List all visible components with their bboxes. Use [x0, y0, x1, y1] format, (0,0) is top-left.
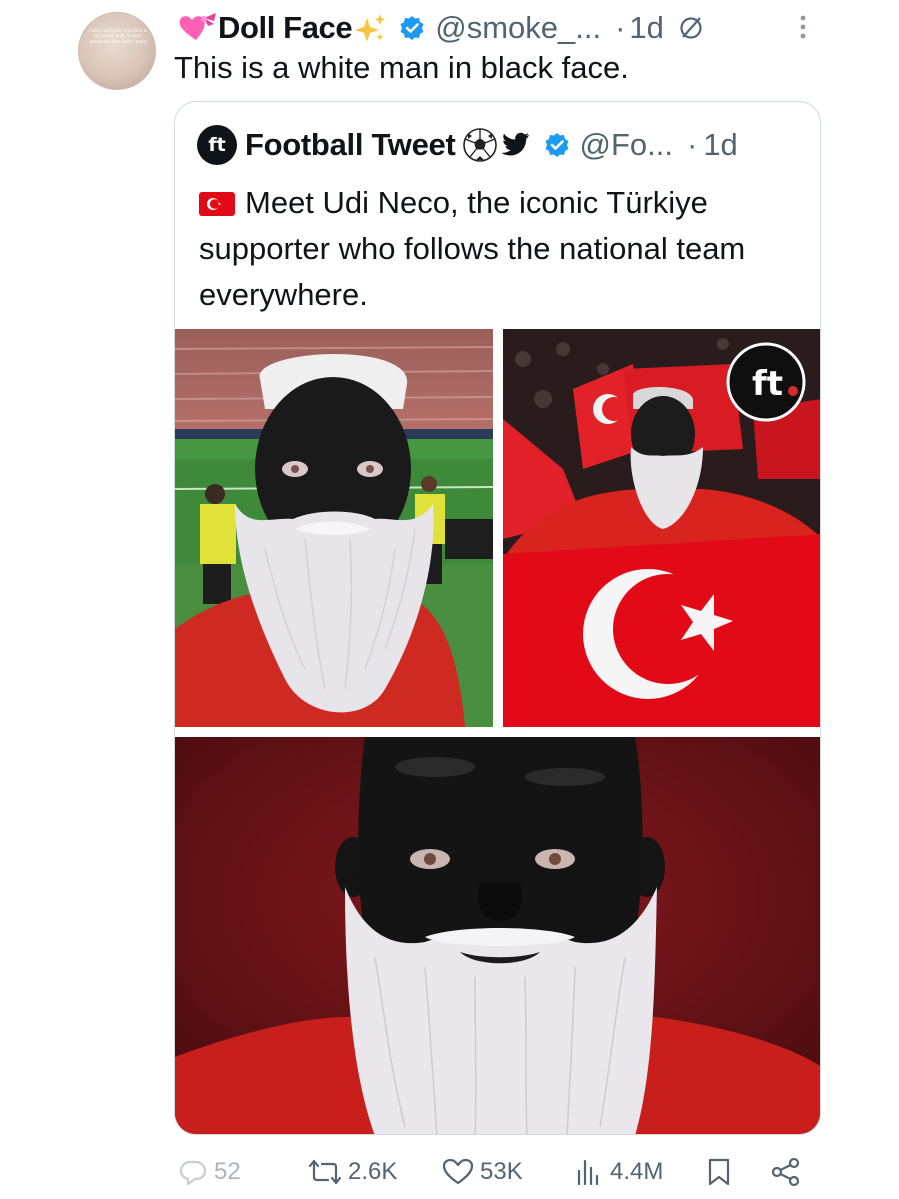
- share-button[interactable]: [770, 1150, 802, 1194]
- quoted-verified-badge-icon[interactable]: [544, 132, 570, 158]
- quoted-avatar-text: ft: [208, 134, 226, 156]
- post-timestamp[interactable]: 1d: [629, 10, 663, 46]
- heart-icon: [442, 1158, 474, 1185]
- soccer-ball-icon: [462, 127, 498, 163]
- quoted-timestamp[interactable]: 1d: [703, 127, 737, 163]
- media-photo-flag[interactable]: ft: [503, 329, 820, 727]
- post-text: This is a white man in black face.: [174, 50, 629, 85]
- reply-button[interactable]: 52: [178, 1150, 241, 1194]
- quoted-tweet-header: ft Football Tweet @Fo... · 1d: [197, 124, 738, 166]
- quoted-author-display-name[interactable]: Football Tweet: [245, 127, 456, 163]
- media-photo-portrait[interactable]: [175, 737, 820, 1134]
- quoted-tweet-card[interactable]: ft Football Tweet @Fo... · 1d Meet Udi N…: [174, 101, 821, 1135]
- bookmark-button[interactable]: [706, 1150, 732, 1194]
- quoted-tweet-text: Meet Udi Neco, the iconic Türkiye suppor…: [199, 185, 746, 312]
- repost-button[interactable]: 2.6K: [308, 1150, 397, 1194]
- views-chart-icon: [577, 1159, 599, 1186]
- more-options-icon[interactable]: [794, 12, 812, 42]
- share-icon: [771, 1157, 800, 1187]
- reply-icon: [179, 1160, 207, 1186]
- post-header: Doll Face @smoke_... · 1d: [174, 8, 704, 48]
- repost-icon: [308, 1159, 342, 1185]
- avatar-caption: I ain't sorry for shit this is my mine a…: [88, 29, 148, 45]
- views-count: 4.4M: [610, 1158, 664, 1185]
- author-display-name[interactable]: Doll Face: [218, 10, 353, 46]
- heart-with-ribbon-icon: [174, 12, 218, 44]
- verified-badge-icon[interactable]: [399, 15, 425, 41]
- turkey-flag-icon: [199, 183, 235, 216]
- author-handle[interactable]: @smoke_...: [435, 10, 601, 46]
- bookmark-icon: [708, 1158, 730, 1186]
- no-entry-icon: [678, 15, 704, 41]
- reply-count: 52: [214, 1158, 241, 1185]
- author-avatar[interactable]: I ain't sorry for shit this is my mine a…: [78, 12, 156, 90]
- quoted-separator-dot: ·: [686, 127, 698, 162]
- quoted-tweet-text-block: Meet Udi Neco, the iconic Türkiye suppor…: [199, 180, 799, 318]
- ft-logo-text: ft: [752, 364, 783, 404]
- repost-count: 2.6K: [348, 1158, 398, 1185]
- media-photo-stadium[interactable]: [175, 329, 493, 727]
- action-bar: 52 2.6K 53K 4.4M: [174, 1150, 814, 1194]
- bird-icon: [500, 131, 532, 159]
- sparkles-icon: [353, 12, 387, 44]
- separator-dot: ·: [615, 10, 626, 45]
- views-button[interactable]: 4.4M: [574, 1150, 663, 1194]
- quoted-author-handle[interactable]: @Fo...: [580, 127, 673, 163]
- quoted-author-avatar[interactable]: ft: [197, 125, 237, 165]
- media-grid: ft: [175, 329, 820, 1134]
- like-button[interactable]: 53K: [442, 1150, 523, 1194]
- like-count: 53K: [480, 1158, 523, 1185]
